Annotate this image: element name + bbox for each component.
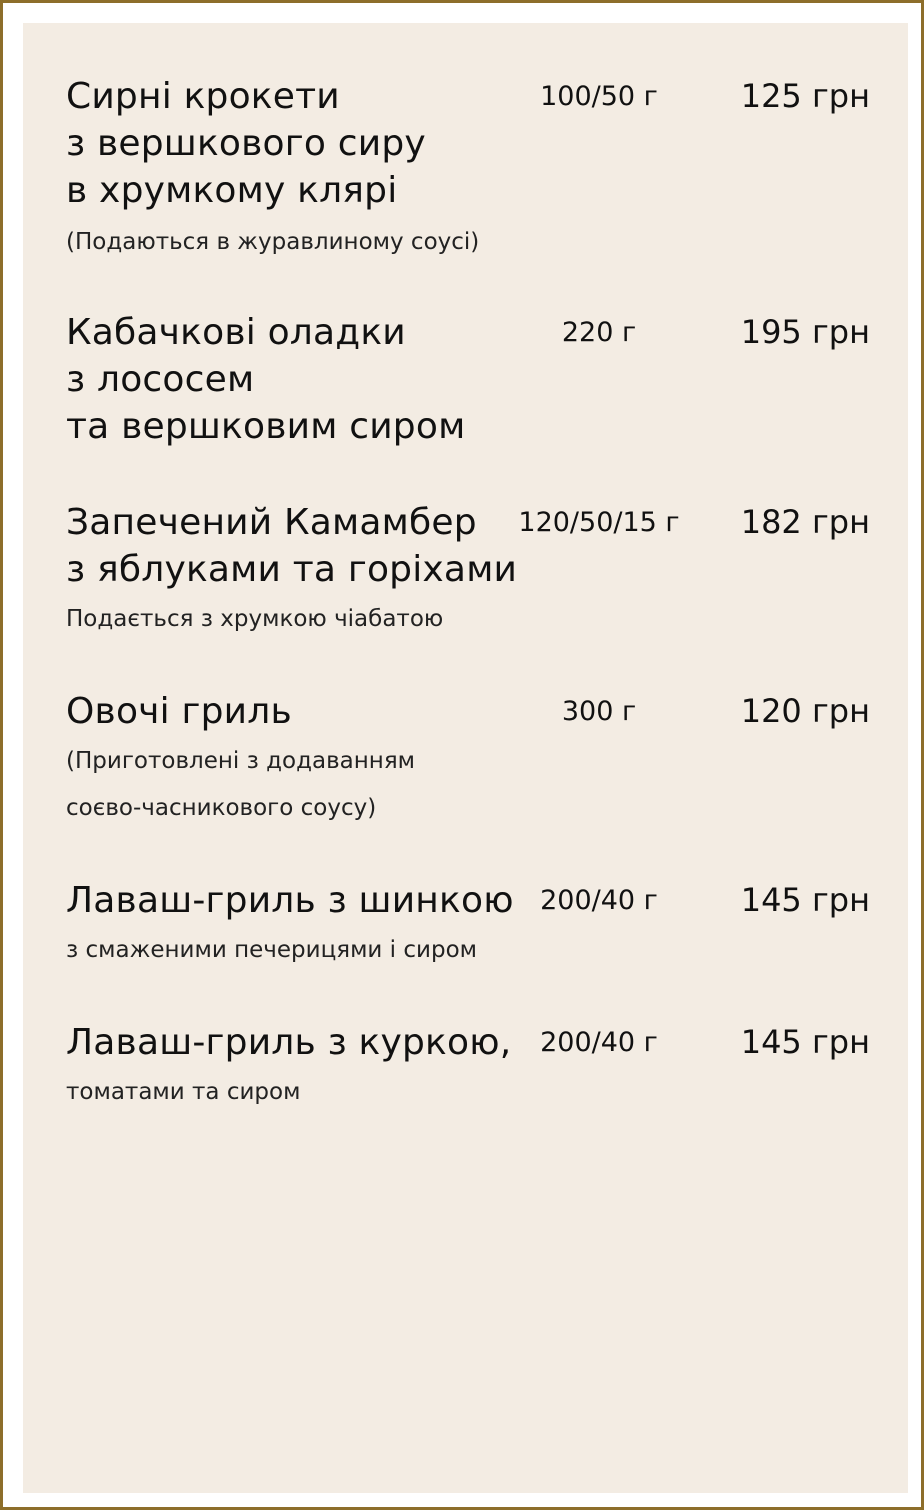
menu-item-description-line: (Подаються в журавлиному соусі) bbox=[66, 229, 480, 255]
menu-item-name: Лаваш-гриль з шинкою bbox=[66, 877, 514, 924]
menu-item-weight: 220 г bbox=[561, 317, 637, 348]
menu-item-weight: 300 г bbox=[561, 696, 637, 727]
menu-item-weight: 200/40 г bbox=[540, 1027, 658, 1058]
menu-item-name-line: Лаваш-гриль з шинкою bbox=[66, 880, 514, 921]
menu-item-description-line: соєво-часникового соусу) bbox=[66, 795, 377, 821]
menu-item-name: Овочі гриль bbox=[66, 688, 506, 735]
menu-item-price: 195 грн bbox=[740, 313, 870, 351]
menu-panel: Сирні крокети з вершкового сиру в хрумко… bbox=[23, 23, 908, 1493]
menu-item-name-line: та вершковим сиром bbox=[66, 406, 466, 447]
menu-page-frame: Сирні крокети з вершкового сиру в хрумко… bbox=[0, 0, 924, 1510]
menu-item-name: Запечений Камамбер з яблуками та горіхам… bbox=[66, 499, 518, 593]
menu-item-name-line: в хрумкому клярі bbox=[66, 170, 398, 211]
menu-item-description: (Подаються в журавлиному соусі) bbox=[66, 219, 526, 266]
menu-item-price: 145 грн bbox=[740, 1023, 870, 1061]
menu-item-name-line: Лаваш-гриль з куркою, bbox=[66, 1022, 512, 1063]
menu-item-name-line: з яблуками та горіхами bbox=[66, 549, 518, 590]
menu-item-price: 145 грн bbox=[740, 881, 870, 919]
menu-item-name-line: з вершкового сиру bbox=[66, 123, 426, 164]
menu-item-weight: 100/50 г bbox=[540, 81, 658, 112]
menu-item-name-line: Кабачкові оладки bbox=[66, 312, 406, 353]
menu-item-name-line: Сирні крокети bbox=[66, 76, 340, 117]
menu-item-description: з смаженими печерицями і сиром bbox=[66, 927, 526, 974]
menu-item-description-line: з смаженими печерицями і сиром bbox=[66, 937, 477, 963]
menu-item-name-line: Овочі гриль bbox=[66, 691, 292, 732]
menu-item-price: 125 грн bbox=[740, 77, 870, 115]
menu-item-name: Сирні крокети з вершкового сиру в хрумко… bbox=[66, 73, 506, 214]
menu-item-price: 182 грн bbox=[740, 503, 870, 541]
menu-item-description: (Приготовлені з додаванням соєво-часнико… bbox=[66, 738, 526, 832]
menu-item-price: 120 грн bbox=[740, 692, 870, 730]
menu-item-weight: 120/50/15 г bbox=[518, 507, 680, 538]
menu-item-name-line: з лососем bbox=[66, 359, 255, 400]
menu-item-description: томатами та сиром bbox=[66, 1069, 526, 1116]
menu-item-weight: 200/40 г bbox=[540, 885, 658, 916]
menu-item-description: Подається з хрумкою чіабатою bbox=[66, 596, 526, 643]
menu-item-description-line: Подається з хрумкою чіабатою bbox=[66, 606, 444, 632]
menu-item-name: Кабачкові оладки з лососем та вершковим … bbox=[66, 309, 506, 450]
menu-item-name-line: Запечений Камамбер bbox=[66, 502, 477, 543]
menu-item-description-line: (Приготовлені з додаванням bbox=[66, 748, 416, 774]
menu-item-description-line: томатами та сиром bbox=[66, 1079, 301, 1105]
menu-item-name: Лаваш-гриль з куркою, bbox=[66, 1019, 512, 1066]
